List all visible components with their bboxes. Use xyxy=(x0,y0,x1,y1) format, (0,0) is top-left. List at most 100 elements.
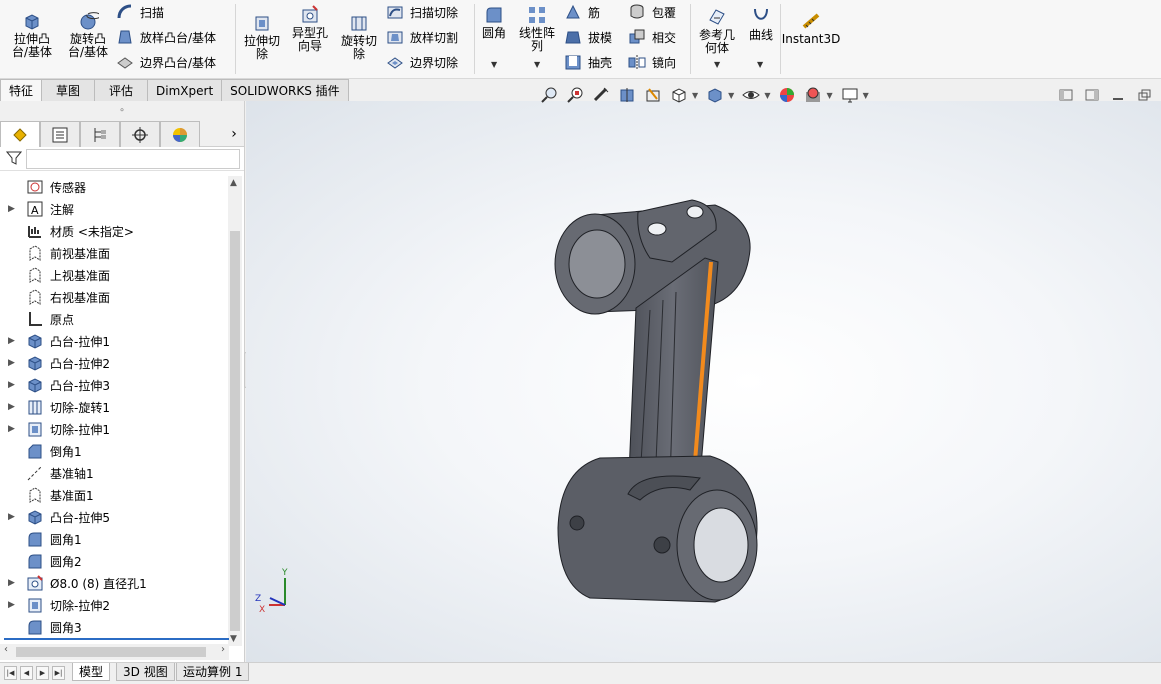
boundary-cut-button[interactable]: 边界切除 xyxy=(386,52,458,72)
hscroll-thumb[interactable] xyxy=(16,647,206,657)
tab-configurationmanager[interactable] xyxy=(80,121,120,147)
tab-dimxpertmanager[interactable] xyxy=(120,121,160,147)
hide-show-caret[interactable]: ▼ xyxy=(764,91,770,100)
tab-3d-views[interactable]: 3D 视图 xyxy=(116,663,175,681)
tree-horizontal-scrollbar[interactable]: ‹ › xyxy=(0,644,229,660)
apply-scene-button[interactable] xyxy=(802,84,824,106)
tab-propertymanager[interactable] xyxy=(40,121,80,147)
curves-dropdown-caret[interactable]: ▼ xyxy=(757,60,763,69)
previous-view-button[interactable] xyxy=(590,84,612,106)
tree-item[interactable]: 材质 <未指定> xyxy=(0,220,229,242)
tile-right-button[interactable] xyxy=(1084,88,1100,102)
tab-evaluate[interactable]: 评估 xyxy=(94,79,149,101)
rib-button[interactable]: 筋 xyxy=(564,2,600,22)
expand-arrow-icon[interactable]: ▶ xyxy=(8,358,18,368)
reference-geometry-button[interactable]: 参考几 何体 xyxy=(695,6,739,55)
expand-arrow-icon[interactable]: ▶ xyxy=(8,336,18,346)
filter-input[interactable] xyxy=(26,149,240,169)
tab-displaymanager[interactable] xyxy=(160,121,200,147)
tree-item[interactable]: 基准面1 xyxy=(0,484,229,506)
tab-featuremanager[interactable] xyxy=(0,121,40,147)
apply-scene-caret[interactable]: ▼ xyxy=(826,91,832,100)
shell-button[interactable]: 抽壳 xyxy=(564,52,612,72)
scroll-up-arrow[interactable]: ▲ xyxy=(230,178,237,188)
zoom-to-fit-button[interactable] xyxy=(538,84,560,106)
lofted-cut-button[interactable]: 放样切割 xyxy=(386,27,458,47)
dynamic-annotation-button[interactable] xyxy=(642,84,664,106)
nav-last-button[interactable]: ▶| xyxy=(52,666,65,680)
linear-pattern-dropdown-caret[interactable]: ▼ xyxy=(534,60,540,69)
loft-boss-button[interactable]: 放样凸台/基体 xyxy=(116,27,216,47)
intersect-button[interactable]: 相交 xyxy=(628,27,676,47)
hide-show-items-button[interactable] xyxy=(740,84,762,106)
scroll-thumb[interactable] xyxy=(230,231,240,631)
tree-item[interactable]: 圆角3 xyxy=(0,616,229,638)
tree-item[interactable]: ▶ 凸台-拉伸2 xyxy=(0,352,229,374)
tree-item[interactable]: ▶ A 注解 xyxy=(0,198,229,220)
scroll-right-arrow[interactable]: › xyxy=(221,644,225,655)
tree-item[interactable]: ▶ 切除-拉伸2 xyxy=(0,594,229,616)
expand-arrow-icon[interactable]: ▶ xyxy=(8,600,18,610)
graphics-area[interactable]: Y Z X xyxy=(246,101,1161,662)
tab-motion-study[interactable]: 运动算例 1 xyxy=(176,663,250,681)
tree-item[interactable]: ▶ 凸台-拉伸5 xyxy=(0,506,229,528)
mirror-button[interactable]: 镜向 xyxy=(628,52,676,72)
restore-button[interactable] xyxy=(1136,88,1152,102)
scroll-left-arrow[interactable]: ‹ xyxy=(4,644,8,655)
revolve-cut-button[interactable]: 旋转切 除 xyxy=(337,12,381,61)
nav-next-button[interactable]: ▶ xyxy=(36,666,49,680)
fillet-button[interactable]: 圆角 xyxy=(478,4,510,40)
wrap-button[interactable]: 包覆 xyxy=(628,2,676,22)
tree-item[interactable]: 圆角2 xyxy=(0,550,229,572)
expand-arrow-icon[interactable]: ▶ xyxy=(8,578,18,588)
model-view[interactable]: Y Z X xyxy=(246,101,1161,662)
tree-item[interactable]: 原点 xyxy=(0,308,229,330)
tree-item[interactable]: ▶ 凸台-拉伸1 xyxy=(0,330,229,352)
tab-dimxpert[interactable]: DimXpert xyxy=(147,79,223,101)
expand-arrow-icon[interactable]: ▶ xyxy=(8,380,18,390)
curves-button[interactable]: 曲线 xyxy=(744,6,778,42)
extrude-boss-button[interactable]: 拉伸凸 台/基体 xyxy=(10,10,54,59)
display-style-caret[interactable]: ▼ xyxy=(728,91,734,100)
boundary-boss-button[interactable]: 边界凸台/基体 xyxy=(116,52,216,72)
instant3d-button[interactable]: Instant3D xyxy=(782,10,840,46)
nav-prev-button[interactable]: ◀ xyxy=(20,666,33,680)
tree-item[interactable]: 基准轴1 xyxy=(0,462,229,484)
minimize-button[interactable] xyxy=(1110,88,1126,102)
reference-geometry-dropdown-caret[interactable]: ▼ xyxy=(714,60,720,69)
nav-first-button[interactable]: |◀ xyxy=(4,666,17,680)
tree-item[interactable]: 圆角1 xyxy=(0,528,229,550)
tree-item[interactable]: 右视基准面 xyxy=(0,286,229,308)
fillet-dropdown-caret[interactable]: ▼ xyxy=(491,60,497,69)
section-view-button[interactable] xyxy=(616,84,638,106)
view-settings-caret[interactable]: ▼ xyxy=(863,91,869,100)
tile-left-button[interactable] xyxy=(1058,88,1074,102)
view-orientation-button[interactable] xyxy=(668,84,690,106)
tree-item[interactable]: ▶ 凸台-拉伸3 xyxy=(0,374,229,396)
view-orientation-caret[interactable]: ▼ xyxy=(692,91,698,100)
tree-item[interactable]: 前视基准面 xyxy=(0,242,229,264)
scroll-down-arrow[interactable]: ▼ xyxy=(230,634,237,644)
tab-model[interactable]: 模型 xyxy=(72,663,111,681)
linear-pattern-button[interactable]: 线性阵 列 xyxy=(515,4,559,53)
edit-appearance-button[interactable] xyxy=(776,84,798,106)
expand-arrow-icon[interactable]: ▶ xyxy=(8,204,18,214)
draft-button[interactable]: 拔模 xyxy=(564,27,612,47)
extrude-cut-button[interactable]: 拉伸切 除 xyxy=(240,12,284,61)
tab-features[interactable]: 特征 xyxy=(0,79,43,101)
expand-arrow-icon[interactable]: ▶ xyxy=(8,402,18,412)
tabs-more-chevron[interactable]: › xyxy=(224,121,244,146)
hole-wizard-button[interactable]: 异型孔 向导 xyxy=(288,4,332,53)
zoom-to-area-button[interactable] xyxy=(564,84,586,106)
display-style-button[interactable] xyxy=(704,84,726,106)
sweep-button[interactable]: 扫描 xyxy=(116,2,164,22)
tree-item[interactable]: ▶ Ø8.0 (8) 直径孔1 xyxy=(0,572,229,594)
swept-cut-button[interactable]: 扫描切除 xyxy=(386,2,458,22)
tree-item[interactable]: ▶ 切除-拉伸1 xyxy=(0,418,229,440)
tree-item[interactable]: ▶ 切除-旋转1 xyxy=(0,396,229,418)
tab-solidworks-addins[interactable]: SOLIDWORKS 插件 xyxy=(221,79,349,101)
panel-grip[interactable]: ⚬ xyxy=(0,101,244,121)
tree-vertical-scrollbar[interactable]: ▲ ▼ xyxy=(228,176,242,646)
expand-arrow-icon[interactable]: ▶ xyxy=(8,512,18,522)
tree-item[interactable]: 倒角1 xyxy=(0,440,229,462)
